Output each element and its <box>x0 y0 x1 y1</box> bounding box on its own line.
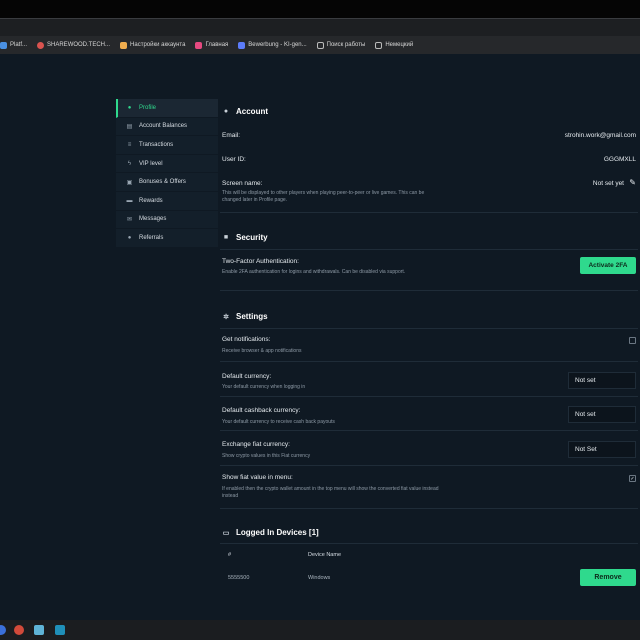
section-divider <box>220 508 638 509</box>
mail-icon: ✉ <box>126 216 133 223</box>
monitor-icon: ▭ <box>222 529 230 537</box>
email-label: Email: <box>222 132 241 139</box>
security-section-title: ■ Security <box>223 233 268 242</box>
bookmark-favicon <box>37 41 45 49</box>
app-viewport <box>0 54 640 620</box>
browser-tab-strip <box>0 18 640 36</box>
fiat-currency-description: Show crypto values in this Fiat currency <box>222 453 311 459</box>
bookmark-folder[interactable]: Немецкий <box>375 41 413 49</box>
user-icon: ● <box>223 108 229 115</box>
fiat-currency-select[interactable]: Not Set <box>568 441 636 458</box>
bookmark-folder[interactable]: Поиск работы <box>316 41 365 49</box>
activate-2fa-button[interactable]: Activate 2FA <box>580 257 636 274</box>
notifications-label: Get notifications: <box>222 336 271 343</box>
notifications-checkbox[interactable] <box>629 337 636 344</box>
gear-icon: ✲ <box>223 313 229 321</box>
edit-pencil-icon[interactable]: ✎ <box>629 178 636 187</box>
sidebar-item-messages[interactable]: ✉ Messages <box>116 210 218 230</box>
sidebar-item-referrals[interactable]: ● Referrals <box>116 229 218 248</box>
bookmarks-bar: Platf... SHAREWOOD.TECH... Настройки акк… <box>0 36 640 54</box>
twofa-description: Enable 2FA authentication for logins and… <box>222 269 406 275</box>
section-divider <box>220 249 638 250</box>
app-taskbar-icon[interactable] <box>14 625 24 635</box>
bookmark-item[interactable]: Platf... <box>0 41 27 49</box>
notifications-description: Receive browser & app notifications <box>222 348 302 354</box>
show-fiat-checkbox[interactable]: ✓ <box>629 475 636 482</box>
device-row-id: 5555500 <box>228 575 250 581</box>
checkmark-icon: ✓ <box>630 475 635 482</box>
devices-section-title: ▭ Logged In Devices [1] <box>222 528 319 537</box>
section-divider <box>220 290 638 291</box>
cashback-currency-description: Your default currency to receive cash ba… <box>222 419 335 425</box>
devices-col-name: Device Name <box>308 552 342 558</box>
notes-taskbar-icon[interactable] <box>34 625 44 635</box>
show-fiat-label: Show fiat value in menu: <box>222 474 293 481</box>
user-icon: ● <box>127 104 132 111</box>
wallet-icon: ▤ <box>126 123 133 130</box>
folder-icon <box>375 41 383 49</box>
bookmark-favicon <box>238 41 246 49</box>
folder-icon <box>316 41 324 49</box>
remove-device-button[interactable]: Remove <box>580 569 636 586</box>
sidebar-item-rewards[interactable]: ▬ Rewards <box>116 191 218 211</box>
os-taskbar <box>0 620 640 640</box>
default-currency-select[interactable]: Not set <box>568 372 636 389</box>
default-currency-description: Your default currency when logging in <box>222 384 306 390</box>
fiat-currency-label: Exchange fiat currency: <box>222 441 290 448</box>
lock-icon: ■ <box>223 234 229 241</box>
show-fiat-description: If enabled then the crypto wallet amount… <box>222 486 439 499</box>
section-divider <box>220 543 638 544</box>
twofa-label: Two-Factor Authentication: <box>222 258 299 265</box>
bookmark-favicon <box>195 41 203 49</box>
bookmark-item[interactable]: Главная <box>195 41 228 49</box>
window-top-bar <box>0 0 640 18</box>
section-divider <box>220 361 638 362</box>
sidebar-item-transactions[interactable]: ≡ Transactions <box>116 136 218 155</box>
settings-sidebar: ● Profile ▤ Account Balances ≡ Transactions… <box>116 99 218 248</box>
gift-icon: ▣ <box>126 179 133 186</box>
userid-value: GGGMXLL <box>603 156 636 163</box>
cashback-currency-select[interactable]: Not set <box>568 406 636 423</box>
bookmark-item[interactable]: Bewerbung - KI-gen... <box>238 41 307 49</box>
sidebar-item-profile[interactable]: ● Profile <box>116 99 218 118</box>
screen-name-description: This will be displayed to other players … <box>222 190 425 203</box>
cashback-currency-label: Default cashback currency: <box>222 407 301 414</box>
bookmark-favicon <box>0 41 7 49</box>
browser-taskbar-icon[interactable] <box>0 625 6 635</box>
section-divider <box>220 328 638 329</box>
screen-name-value: Not set yet <box>592 180 624 187</box>
default-currency-label: Default currency: <box>222 373 272 380</box>
email-value: strohin.work@gmail.com <box>564 132 636 139</box>
screen-name-label: Screen name: <box>222 180 263 187</box>
section-divider <box>220 465 638 466</box>
sidebar-item-account-balances[interactable]: ▤ Account Balances <box>116 117 218 137</box>
settings-section-title: ✲ Settings <box>223 312 268 321</box>
transactions-icon: ≡ <box>127 141 132 148</box>
bolt-icon: ϟ <box>127 160 132 167</box>
bookmark-item[interactable]: Настройки аккаунта <box>120 41 185 49</box>
section-divider <box>220 396 638 397</box>
device-row-name: Windows <box>308 575 331 581</box>
rewards-icon: ▬ <box>126 197 133 204</box>
referrals-icon: ● <box>127 234 132 241</box>
devices-col-number: # <box>228 552 232 558</box>
section-divider <box>220 430 638 431</box>
bookmark-favicon <box>120 41 128 49</box>
bookmark-item[interactable]: SHAREWOOD.TECH... <box>37 41 110 49</box>
app-taskbar-icon[interactable] <box>55 625 65 635</box>
sidebar-item-vip-level[interactable]: ϟ VIP level <box>116 154 218 174</box>
userid-label: User ID: <box>222 156 246 163</box>
section-divider <box>220 212 638 213</box>
sidebar-item-bonuses[interactable]: ▣ Bonuses & Offers <box>116 173 218 192</box>
account-section-title: ● Account <box>223 107 268 116</box>
